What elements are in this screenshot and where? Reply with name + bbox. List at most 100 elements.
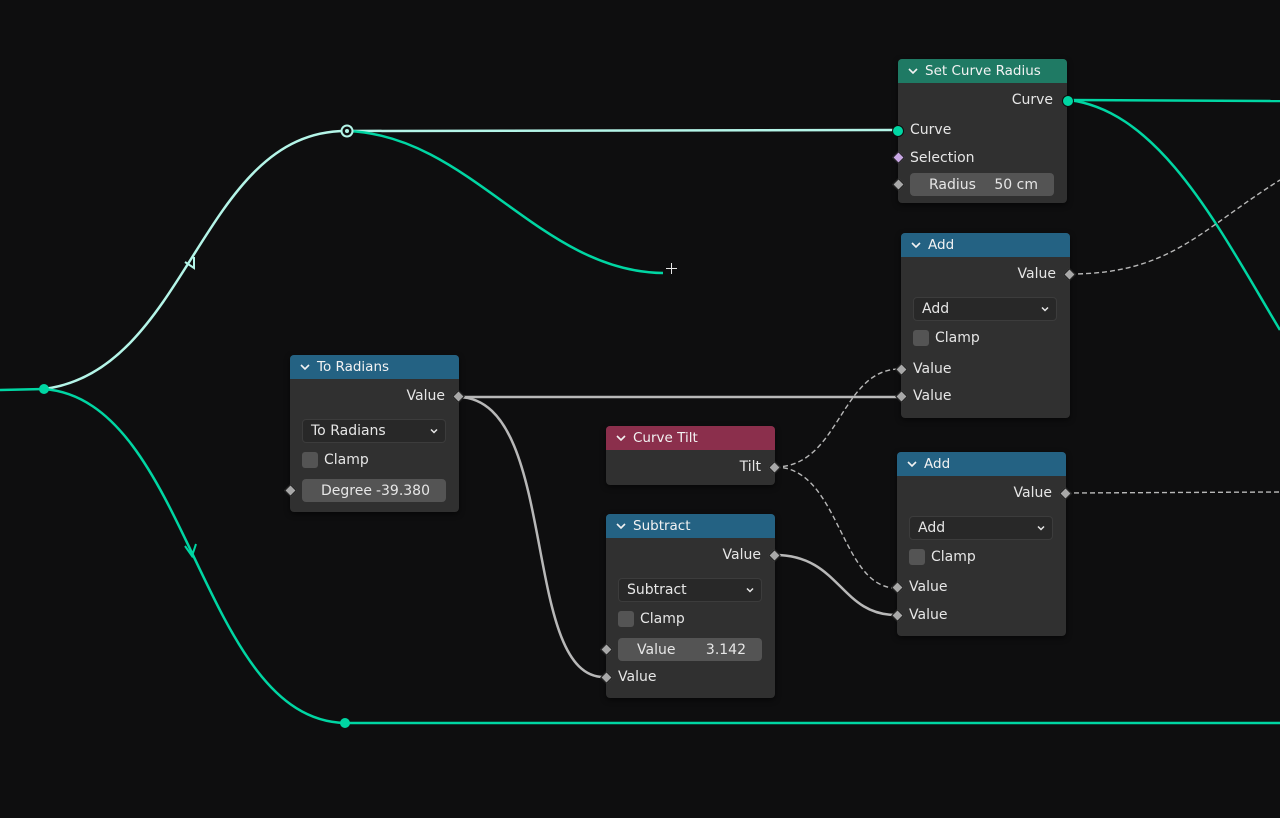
input-value-b: Value [606, 667, 775, 687]
clamp-checkbox[interactable]: Clamp [913, 330, 980, 346]
clamp-checkbox[interactable]: Clamp [618, 611, 685, 627]
field-label: Value [637, 641, 676, 658]
socket-label: Curve [910, 122, 952, 138]
geometry-link-selected-to-set-radius[interactable] [346, 128, 899, 133]
output-value: Value [901, 264, 1070, 284]
radius-field[interactable]: Radius 50 cm [910, 173, 1054, 196]
node-header[interactable]: To Radians [290, 355, 459, 379]
checkbox-box[interactable] [909, 549, 925, 565]
reroute-node[interactable] [39, 384, 49, 394]
node-header[interactable]: Add [901, 233, 1070, 257]
socket-label: Value [1017, 266, 1056, 282]
chevron-down-icon[interactable] [615, 521, 627, 531]
chevron-down-icon [1037, 525, 1045, 531]
field-link-tilt-to-add1[interactable] [774, 368, 901, 468]
geometry-link-selected[interactable] [43, 129, 348, 391]
input-curve: Curve [898, 120, 1067, 140]
chevron-down-icon [430, 428, 438, 434]
value-field[interactable]: Value 3.142 [618, 638, 762, 661]
node-add-2[interactable]: Add Value Add Clamp Value Value [891, 452, 1072, 636]
input-value-a: Value [897, 577, 1066, 597]
dropdown-value: To Radians [311, 423, 386, 439]
node-subtract[interactable]: Subtract Value Subtract Clamp Value 3.14… [600, 514, 781, 698]
clamp-checkbox[interactable]: Clamp [302, 452, 369, 468]
socket-input-curve[interactable] [892, 125, 904, 137]
socket-label: Value [722, 547, 761, 563]
node-add-1[interactable]: Add Value Add Clamp Value Value [895, 233, 1076, 418]
checkbox-label: Clamp [640, 611, 685, 627]
socket-output-curve[interactable] [1062, 95, 1074, 107]
checkbox-label: Clamp [324, 452, 369, 468]
input-selection: Selection [898, 148, 1067, 168]
field-value: -39.380 [375, 482, 430, 499]
operation-dropdown[interactable]: Add [909, 516, 1053, 540]
output-value: Value [606, 545, 775, 565]
operation-dropdown[interactable]: To Radians [302, 419, 446, 443]
geometry-link-dangling[interactable] [346, 129, 664, 275]
float-link-subtract-to-add[interactable] [774, 553, 897, 617]
dropdown-value: Subtract [627, 582, 687, 598]
operation-dropdown[interactable]: Subtract [618, 578, 762, 602]
input-value-b: Value [897, 605, 1066, 625]
reroute-node[interactable] [340, 718, 350, 728]
reroute-node-selected-core [345, 129, 349, 133]
clamp-checkbox[interactable]: Clamp [909, 549, 976, 565]
geometry-link-set-radius-out[interactable] [1067, 98, 1280, 103]
node-title: Add [928, 237, 955, 253]
chevron-down-icon[interactable] [299, 362, 311, 372]
geometry-link-input[interactable] [0, 387, 45, 392]
field-label: Degree [321, 482, 372, 499]
chevron-down-icon [1041, 306, 1049, 312]
float-link-radians-to-subtract[interactable] [458, 395, 605, 679]
socket-label: Value [913, 361, 952, 377]
field-link-add1-out[interactable] [1069, 179, 1280, 275]
socket-label: Selection [910, 150, 975, 166]
node-set-curve-radius[interactable]: Set Curve Radius Curve Curve Selection R… [892, 59, 1074, 203]
node-curve-tilt[interactable]: Curve Tilt Tilt [606, 426, 781, 485]
socket-label: Value [406, 388, 445, 404]
dropdown-value: Add [922, 301, 950, 317]
crosshair-icon [666, 263, 677, 274]
node-title: Add [924, 456, 951, 472]
chevron-down-icon[interactable] [615, 433, 627, 443]
geometry-link-set-radius-out-2[interactable] [1067, 98, 1280, 331]
input-value-a: Value [901, 359, 1070, 379]
node-title: Set Curve Radius [925, 63, 1041, 79]
checkbox-label: Clamp [931, 549, 976, 565]
socket-label: Value [1013, 485, 1052, 501]
node-to-radians[interactable]: To Radians Value To Radians Clamp Degree… [284, 355, 465, 512]
field-value: 50 cm [994, 176, 1038, 193]
output-value: Value [290, 386, 459, 406]
field-value: 3.142 [705, 641, 746, 658]
operation-dropdown[interactable]: Add [913, 297, 1057, 321]
socket-label: Value [909, 607, 948, 623]
field-link-tilt-to-add2[interactable] [774, 466, 897, 589]
chevron-down-icon[interactable] [907, 66, 919, 76]
field-label: Radius [929, 176, 976, 193]
socket-label: Value [618, 669, 657, 685]
socket-label: Curve [1011, 92, 1053, 108]
input-value-b: Value [901, 386, 1070, 406]
socket-label: Tilt [739, 459, 761, 475]
checkbox-box[interactable] [302, 452, 318, 468]
chevron-down-icon [746, 587, 754, 593]
output-value: Value [897, 483, 1066, 503]
node-title: Subtract [633, 518, 691, 534]
node-header[interactable]: Add [897, 452, 1066, 476]
dropdown-value: Add [918, 520, 946, 536]
output-curve: Curve [898, 90, 1067, 110]
chevron-down-icon[interactable] [906, 459, 918, 469]
checkbox-box[interactable] [618, 611, 634, 627]
socket-label: Value [913, 388, 952, 404]
socket-label: Value [909, 579, 948, 595]
checkbox-box[interactable] [913, 330, 929, 346]
node-header[interactable]: Subtract [606, 514, 775, 538]
checkbox-label: Clamp [935, 330, 980, 346]
node-header[interactable]: Set Curve Radius [898, 59, 1067, 83]
node-title: Curve Tilt [633, 430, 698, 446]
node-header[interactable]: Curve Tilt [606, 426, 775, 450]
chevron-down-icon[interactable] [910, 240, 922, 250]
degree-field[interactable]: Degree -39.380 [302, 479, 446, 502]
field-link-add2-out[interactable] [1065, 491, 1280, 494]
output-tilt: Tilt [606, 457, 775, 477]
